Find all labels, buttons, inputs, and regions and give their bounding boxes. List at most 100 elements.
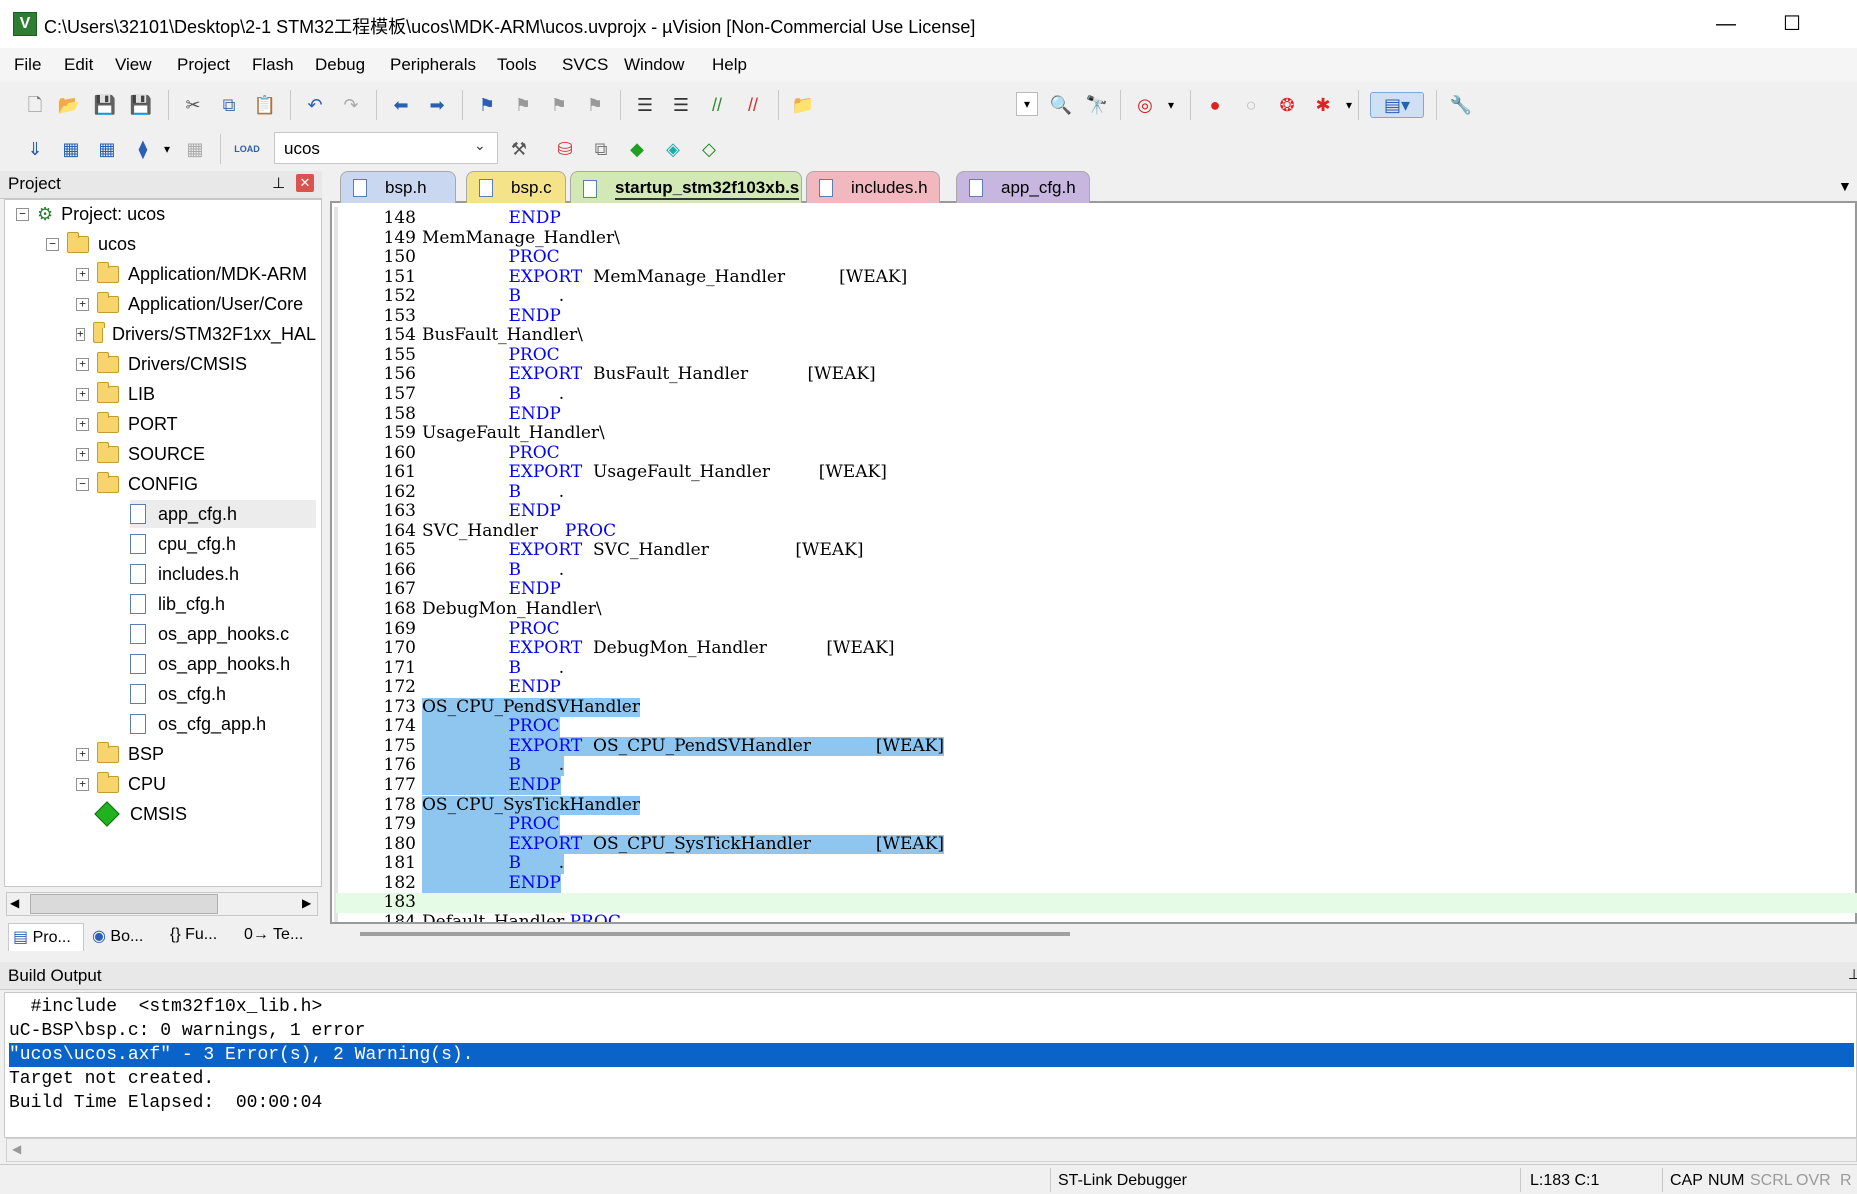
indent-icon[interactable]: ☰: [632, 92, 658, 118]
tab-templates[interactable]: 0→ Te...: [240, 923, 307, 951]
menu-tools[interactable]: Tools: [497, 55, 537, 75]
tree-group[interactable]: + LIB: [76, 380, 155, 408]
minimize-button[interactable]: —: [1700, 8, 1752, 40]
chevron-down-icon[interactable]: ⌄: [474, 137, 486, 154]
code-line[interactable]: 156 EXPORT BusFault_Handler [WEAK]: [336, 365, 1857, 385]
window-layout-icon[interactable]: ▤▾: [1370, 92, 1424, 118]
menu-flash[interactable]: Flash: [252, 55, 294, 75]
tree-group[interactable]: + BSP: [76, 740, 164, 768]
code-line[interactable]: 166 B .: [336, 560, 1857, 581]
select-software-packs-icon[interactable]: ◈: [660, 136, 686, 162]
code-line[interactable]: 148 ENDP: [336, 209, 1857, 229]
menu-edit[interactable]: Edit: [64, 55, 93, 75]
scroll-left-icon[interactable]: ◀: [12, 1142, 21, 1156]
translate-icon[interactable]: ⇓: [22, 136, 48, 162]
pin-icon[interactable]: ⊥: [1848, 966, 1857, 983]
tree-group[interactable]: + Drivers/STM32F1xx_HAL: [76, 320, 316, 348]
code-line[interactable]: 158 ENDP: [336, 404, 1857, 425]
menu-project[interactable]: Project: [177, 55, 230, 75]
file-extensions-icon[interactable]: ⛁: [552, 136, 578, 162]
code-line[interactable]: 171 B .: [336, 658, 1857, 679]
code-line[interactable]: 182 ENDP: [336, 873, 1857, 894]
pin-icon[interactable]: ⊥: [272, 174, 285, 192]
comment-icon[interactable]: //: [704, 92, 730, 118]
code-line[interactable]: 150 PROC: [336, 247, 1857, 268]
tree-group[interactable]: + Application/MDK-ARM: [76, 260, 307, 288]
tree-file[interactable]: app_cfg.h: [130, 500, 316, 528]
debug-dropdown-icon[interactable]: ▾: [1158, 92, 1184, 118]
new-file-icon[interactable]: 🗋: [22, 92, 48, 118]
code-line[interactable]: 173 OS_CPU_PendSVHandler: [336, 697, 1857, 718]
tab-bsp-c[interactable]: bsp.c: [466, 171, 566, 203]
tree-group[interactable]: + PORT: [76, 410, 178, 438]
collapse-icon[interactable]: −: [76, 477, 89, 491]
code-line[interactable]: 181 B .: [336, 853, 1857, 874]
expand-icon[interactable]: +: [76, 357, 89, 371]
expand-icon[interactable]: +: [76, 447, 89, 461]
tree-group-config[interactable]: − CONFIG: [76, 470, 198, 498]
scroll-left-icon[interactable]: ◀: [10, 896, 19, 910]
code-line[interactable]: 175 EXPORT OS_CPU_PendSVHandler [WEAK]: [336, 736, 1857, 757]
open-file-icon[interactable]: 📂: [56, 92, 82, 118]
editor-hscrollbar[interactable]: [360, 932, 1070, 936]
code-line[interactable]: 152 B .: [336, 286, 1857, 307]
code-line[interactable]: 163 ENDP: [336, 502, 1857, 522]
unindent-icon[interactable]: ☰: [668, 92, 694, 118]
code-line[interactable]: 160 PROC: [336, 443, 1857, 464]
expand-icon[interactable]: +: [76, 747, 89, 761]
tree-file[interactable]: os_cfg.h: [130, 680, 226, 708]
menu-view[interactable]: View: [115, 55, 152, 75]
code-line[interactable]: 149 MemManage_Handler\: [336, 228, 1857, 249]
breakpoint-enable-icon[interactable]: ○: [1238, 92, 1264, 118]
code-line[interactable]: 180 EXPORT OS_CPU_SysTickHandler [WEAK]: [336, 834, 1857, 855]
pack-installer-icon[interactable]: ◇: [696, 136, 722, 162]
code-line[interactable]: 157 B .: [336, 384, 1857, 405]
tree-project-root[interactable]: − ⚙ Project: ucos: [16, 200, 165, 228]
scroll-thumb[interactable]: [30, 894, 218, 914]
tab-project[interactable]: ▤ Pro...: [8, 923, 84, 951]
code-line[interactable]: 177 ENDP: [336, 775, 1857, 796]
load-download-icon[interactable]: LOAD: [232, 136, 262, 162]
code-line[interactable]: 179 PROC: [336, 814, 1857, 835]
code-line[interactable]: 183: [336, 893, 1857, 913]
options-for-target-icon[interactable]: ⚒: [506, 136, 532, 162]
clear-bookmarks-icon[interactable]: ⚑: [582, 92, 608, 118]
code-line[interactable]: 165 EXPORT SVC_Handler [WEAK]: [336, 541, 1857, 561]
tree-cmsis[interactable]: CMSIS: [94, 800, 187, 828]
code-line[interactable]: 167 ENDP: [336, 580, 1857, 600]
expand-icon[interactable]: +: [76, 387, 89, 401]
menu-debug[interactable]: Debug: [315, 55, 365, 75]
maximize-button[interactable]: ☐: [1766, 8, 1818, 40]
batch-build-dropdown-icon[interactable]: ▾: [154, 136, 180, 162]
code-line[interactable]: 169 PROC: [336, 619, 1857, 640]
tab-includes-h[interactable]: includes.h: [806, 171, 940, 203]
navigate-forward-icon[interactable]: ➡: [424, 92, 450, 118]
breakpoint-disable-all-icon[interactable]: ✱: [1310, 92, 1336, 118]
uvision-app-icon[interactable]: V: [13, 12, 37, 36]
uncomment-icon[interactable]: //: [740, 92, 766, 118]
expand-icon[interactable]: +: [76, 777, 89, 791]
copy-icon[interactable]: ⧉: [216, 92, 242, 118]
debug-session-icon[interactable]: ◎: [1132, 92, 1158, 118]
code-line[interactable]: 155 PROC: [336, 345, 1857, 366]
code-line[interactable]: 170 EXPORT DebugMon_Handler [WEAK]: [336, 638, 1857, 659]
tab-bsp-h[interactable]: bsp.h: [340, 171, 456, 203]
next-bookmark-icon[interactable]: ⚑: [546, 92, 572, 118]
save-all-icon[interactable]: 💾: [128, 92, 154, 118]
expand-icon[interactable]: +: [76, 327, 85, 341]
code-line[interactable]: 184 Default_Handler PROC: [336, 912, 1857, 922]
code-line[interactable]: 161 EXPORT UsageFault_Handler [WEAK]: [336, 462, 1857, 483]
menu-window[interactable]: Window: [624, 55, 684, 75]
build-icon[interactable]: ▦: [58, 136, 84, 162]
breakpoint-insert-icon[interactable]: ●: [1202, 92, 1228, 118]
code-line[interactable]: 174 PROC: [336, 717, 1857, 737]
configure-icon[interactable]: 🔧: [1448, 92, 1474, 118]
code-line[interactable]: 168 DebugMon_Handler\: [336, 599, 1857, 620]
tab-books[interactable]: ◉ Bo...: [88, 923, 147, 951]
code-line[interactable]: 159 UsageFault_Handler\: [336, 423, 1857, 444]
code-line[interactable]: 178 OS_CPU_SysTickHandler: [336, 795, 1857, 815]
undo-icon[interactable]: ↶: [302, 92, 328, 118]
menu-svcs[interactable]: SVCS: [562, 55, 608, 75]
code-line[interactable]: 154 BusFault_Handler\: [336, 326, 1857, 346]
breakpoint-kill-all-icon[interactable]: ❂: [1274, 92, 1300, 118]
